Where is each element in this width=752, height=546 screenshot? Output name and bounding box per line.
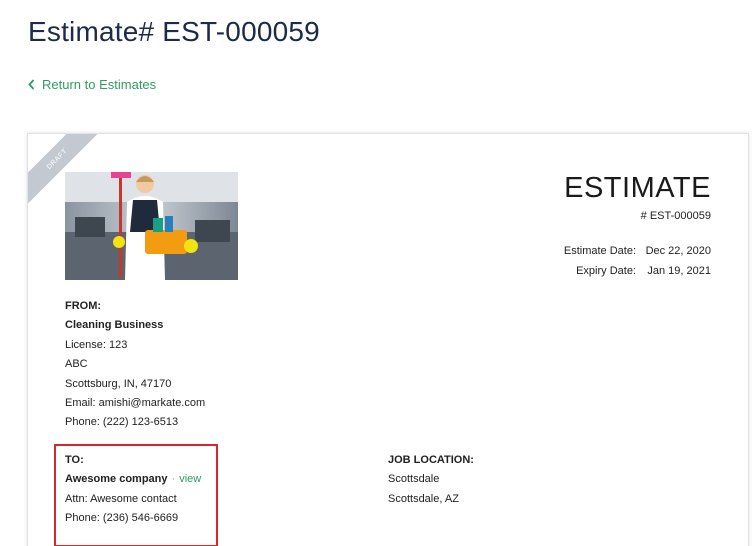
- from-city: Scottsburg, IN, 47170: [65, 377, 172, 390]
- view-customer-link[interactable]: view: [179, 473, 201, 485]
- job-location-line2: Scottsdale, AZ: [388, 492, 459, 505]
- estimate-heading: ESTIMATE: [564, 172, 711, 204]
- expiry-date-row: Expiry Date: Jan 19, 2021: [546, 264, 711, 284]
- from-label: FROM:: [65, 300, 102, 312]
- to-company-name: Awesome company: [65, 473, 168, 486]
- from-phone: Phone: (222) 123-6513: [65, 416, 179, 429]
- estimate-date-value: Dec 22, 2020: [645, 245, 711, 257]
- from-email: Email: amishi@markate.com: [65, 396, 206, 409]
- return-link-label: Return to Estimates: [42, 77, 157, 92]
- to-attn: Attn: Awesome contact: [65, 492, 177, 505]
- business-logo-image: [65, 172, 238, 280]
- page-title: Estimate# EST-000059: [28, 16, 320, 47]
- estimate-date-row: Estimate Date: Dec 22, 2020: [546, 244, 711, 264]
- to-label: TO:: [65, 454, 84, 466]
- estimate-number: # EST-000059: [640, 210, 711, 222]
- return-to-estimates-link[interactable]: Return to Estimates: [28, 77, 156, 92]
- from-section: FROM: Cleaning Business License: 123 ABC…: [65, 299, 205, 435]
- estimate-document: DRAFT ESTIMATE # EST-000059 Estimate Dat…: [27, 133, 749, 546]
- draft-ribbon-label: DRAFT: [45, 147, 69, 171]
- from-address-line: ABC: [65, 358, 88, 371]
- job-location-label: JOB LOCATION:: [388, 454, 474, 466]
- from-license: License: 123: [65, 338, 128, 351]
- to-phone: Phone: (236) 546-6669: [65, 512, 179, 525]
- job-location-line1: Scottsdale: [388, 473, 440, 486]
- job-location-section: JOB LOCATION: Scottsdale Scottsdale, AZ: [388, 453, 474, 511]
- expiry-date-value: Jan 19, 2021: [647, 265, 711, 277]
- to-section: TO: Awesome company · view Attn: Awesome c…: [65, 453, 201, 531]
- estimate-dates: Estimate Date: Dec 22, 2020 Expiry Date:…: [546, 244, 711, 284]
- expiry-date-label: Expiry Date:: [576, 265, 636, 277]
- estimate-date-label: Estimate Date:: [563, 245, 636, 257]
- chevron-left-icon: [28, 79, 35, 90]
- separator-dot: ·: [171, 473, 176, 486]
- from-business-name: Cleaning Business: [65, 319, 164, 332]
